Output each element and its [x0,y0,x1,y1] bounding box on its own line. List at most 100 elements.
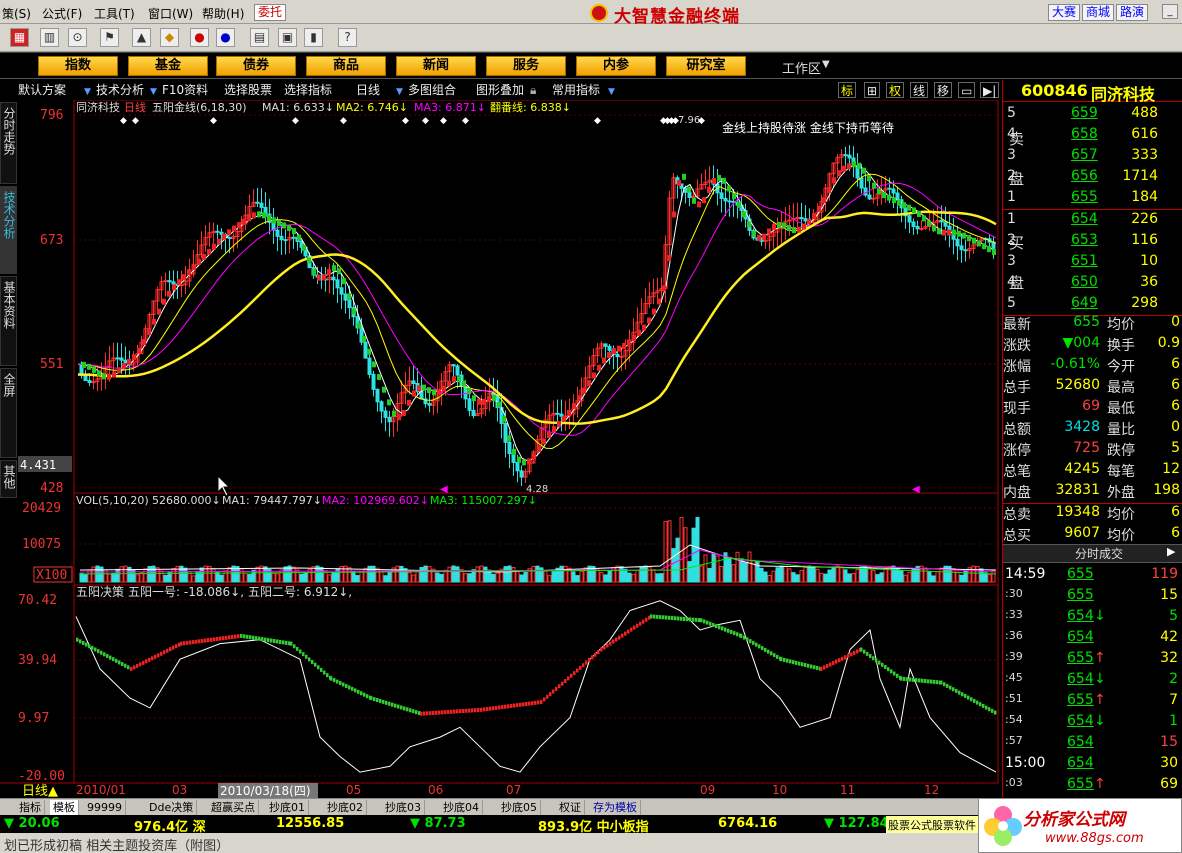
mark-button[interactable]: 标 [838,82,857,98]
wuyang-line-2-segment [570,673,573,678]
tab-default-scheme[interactable]: 默认方案 [18,82,66,98]
golden-line-segment [477,398,481,405]
volume-bar [199,567,204,583]
nav-news-button[interactable]: 新闻 [396,56,476,76]
contest-button[interactable]: 大赛 [1048,4,1081,21]
wuyang-line-2-segment [958,690,961,695]
dropdown-arrow-icon[interactable]: ▼ [396,84,403,100]
ad-text[interactable]: 股票公式股票软件 [886,816,978,834]
candle-body [339,287,344,295]
wuyang-line-2-segment [832,661,835,666]
window-icon[interactable]: ▭ [958,82,976,98]
dropdown-arrow-icon[interactable]: ▼ [150,84,157,100]
dropdown-arrow-icon[interactable]: ▼ [84,84,91,100]
news-text[interactable]: 划已形成初稿 相关主题投资库（附图） [4,835,229,853]
template-tab[interactable]: 99999 [84,800,126,815]
wuyang-line-2-segment [139,662,142,667]
volume-bar [535,565,540,583]
books-icon[interactable]: ▮ [304,28,323,47]
workspace-dropdown-icon[interactable]: ▼ [822,59,830,70]
template-tab[interactable]: 抄底03 [382,800,425,815]
line-button[interactable]: 线 [910,82,929,98]
chart-icon[interactable]: ▦ [10,28,29,47]
menu-item-window[interactable]: 窗口(W) [148,5,193,22]
candle-body [719,192,724,199]
template-tab[interactable]: 抄底05 [498,800,541,815]
nav-service-button[interactable]: 服务 [486,56,566,76]
rights-button[interactable]: 权 [886,82,905,98]
stat-label: 涨跌 [1003,338,1031,354]
template-tab[interactable]: 抄底01 [266,800,309,815]
stat-label: 总额 [1003,422,1031,438]
template-tab[interactable]: 抄底02 [324,800,367,815]
tab-f10[interactable]: F10资料 [162,82,208,98]
candle-body [367,357,372,375]
template-tab[interactable]: 存为模板 [590,800,641,815]
bid-price: 654 [1071,211,1098,227]
minimize-icon[interactable]: _ [1162,4,1178,19]
grid-icon[interactable]: ▥ [40,28,59,47]
nav-index-button[interactable]: 指数 [38,56,118,76]
template-tab[interactable]: 权证 [556,800,585,815]
golden-line-segment [542,438,546,445]
window-icon[interactable]: ▣ [278,28,297,47]
wuyang-line-2-segment [252,635,255,640]
nav-commodity-button[interactable]: 商品 [306,56,386,76]
template-tab[interactable]: 模板 [50,800,79,815]
signal-marker-icon: ◆ [210,116,217,126]
menu-item-formula[interactable]: 公式(F) [42,5,82,22]
template-tab[interactable]: 抄底04 [440,800,483,815]
tick-volume: 5 [1169,608,1178,624]
tab-daily[interactable]: 日线 [356,82,380,98]
stock-chart[interactable]: 796 673 551 428 4.431 20429 10075 X100 70.42 39.9… [0,100,1000,800]
bookmark-icon[interactable]: ⚑ [100,28,119,47]
nav-bond-button[interactable]: 债券 [216,56,296,76]
lock-icon[interactable]: 🔒︎ [530,82,536,98]
globe-icon[interactable]: ● [216,28,235,47]
volume-bar [183,567,188,583]
tab-overlay[interactable]: 图形叠加 [476,82,524,98]
crosshair-icon[interactable]: ⊞ [864,82,881,98]
golden-line-segment [822,197,826,204]
wuyang-line-2-segment [558,684,561,689]
golden-line-segment [142,339,146,346]
wuyang-line-2-segment [333,678,336,683]
menu-item-tools[interactable]: 工具(T) [94,5,135,22]
menu-item-help[interactable]: 帮助(H) [202,5,244,22]
golden-line-segment [702,197,706,204]
diamond-icon[interactable]: ◆ [160,28,179,47]
tab-multi-chart[interactable]: 多图组合 [408,82,456,98]
expand-icon[interactable]: ▶ [1167,545,1175,558]
golden-line-segment [612,348,616,355]
menu-item-strategy[interactable]: 策(S) [2,5,31,22]
tab-common-indicators[interactable]: 常用指标 [552,82,600,98]
mall-button[interactable]: 商城 [1082,4,1115,21]
volume-bar [971,565,976,583]
template-tab[interactable]: 指标 [16,800,45,815]
move-button[interactable]: 移 [934,82,953,98]
help-pointer-icon[interactable]: ? [338,28,357,47]
nav-insider-button[interactable]: 内参 [576,56,656,76]
clipboard-icon[interactable]: ▤ [250,28,269,47]
tab-select-stock[interactable]: 选择股票 [224,82,272,98]
trade-button[interactable]: 委托 [254,4,287,21]
template-tab[interactable]: 超赢买点 [208,800,259,815]
binoculars-icon[interactable]: ⊙ [68,28,87,47]
wuyang-line-2-segment [659,615,662,620]
dropdown-arrow-icon[interactable]: ▼ [608,84,615,100]
roadshow-button[interactable]: 路演 [1116,4,1149,21]
candle-body [259,202,264,208]
tab-technical[interactable]: 技术分析 [96,82,144,98]
next-icon[interactable]: ▶| [980,82,1000,98]
stop-icon[interactable]: ● [190,28,209,47]
workspace-label[interactable]: 工作区 [782,58,821,77]
nav-research-button[interactable]: 研究室 [666,56,746,76]
template-tab[interactable]: Dde决策 [146,800,198,815]
tab-select-indicator[interactable]: 选择指标 [284,82,332,98]
volume-bar [283,566,288,583]
low-price-label: 4.28 [526,484,548,495]
divider [1003,209,1182,210]
flag-icon[interactable]: ▲ [132,28,151,47]
nav-fund-button[interactable]: 基金 [128,56,208,76]
candle-body [895,192,900,201]
